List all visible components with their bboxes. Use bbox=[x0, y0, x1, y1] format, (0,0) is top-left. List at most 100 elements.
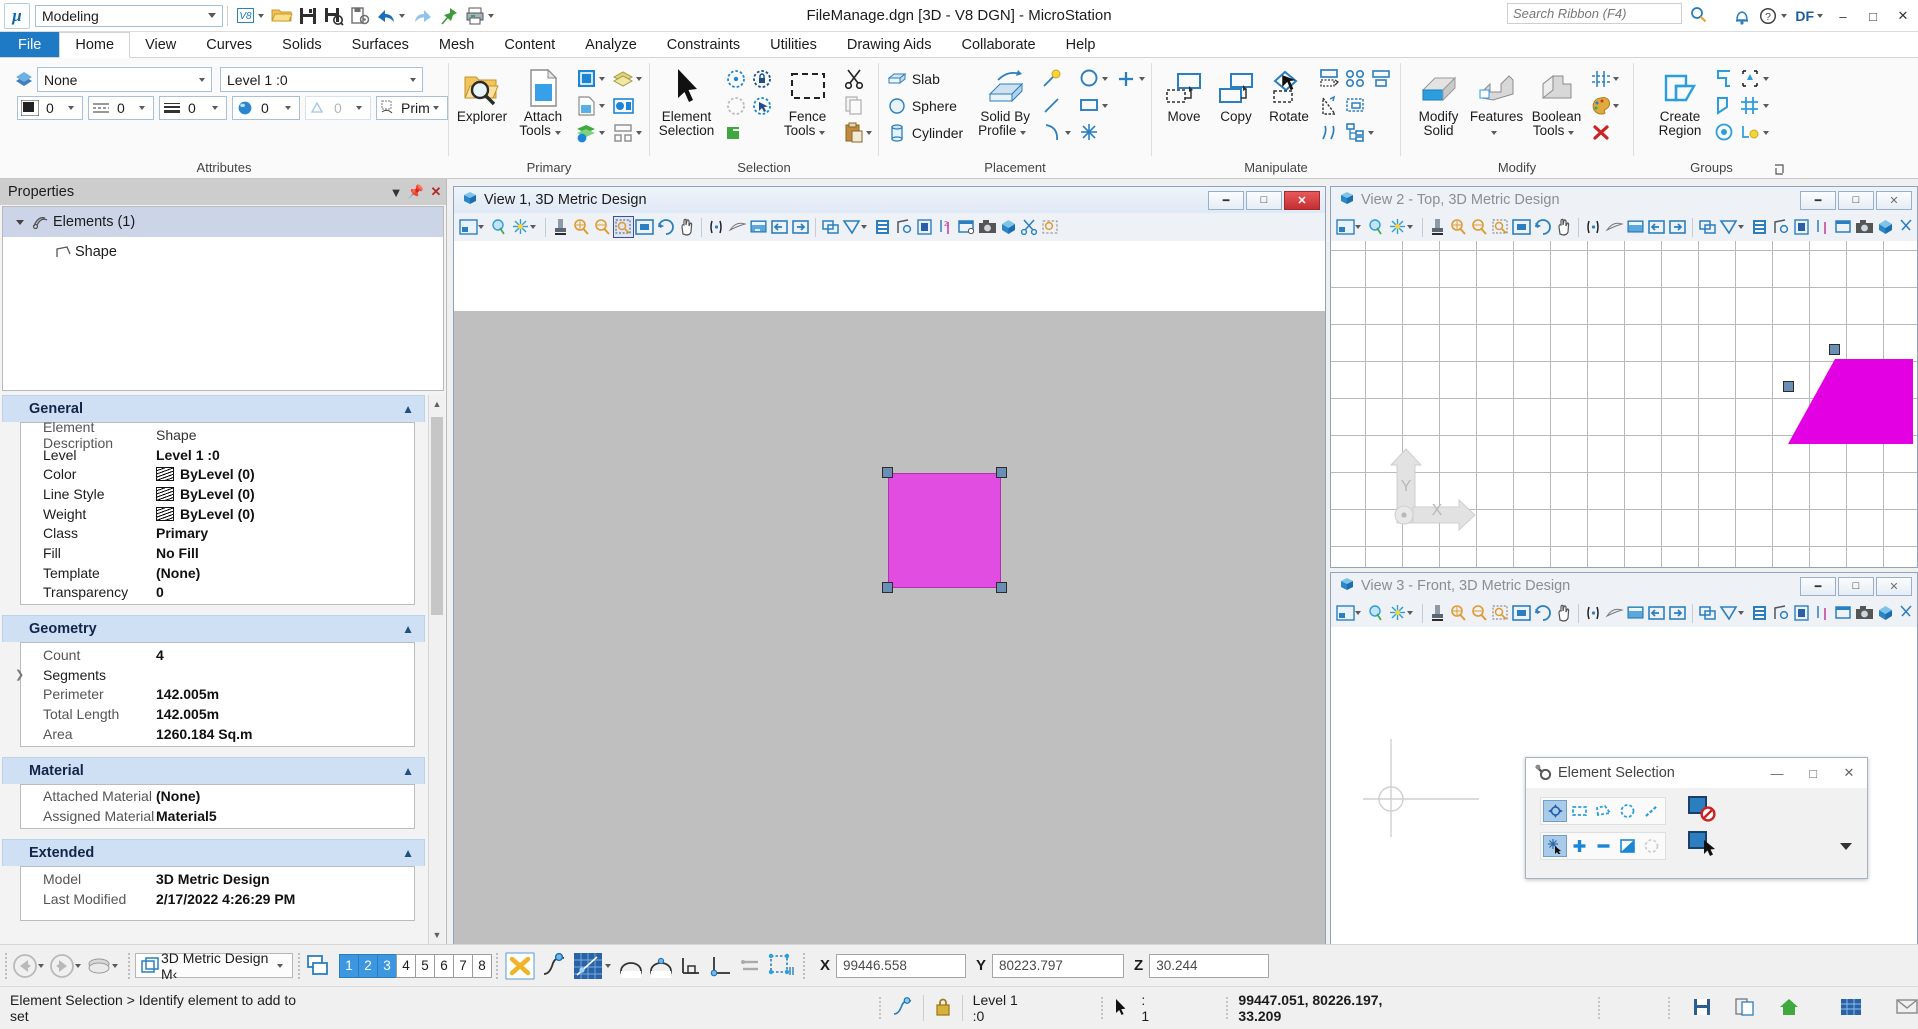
place-circle-icon[interactable] bbox=[1076, 66, 1102, 91]
es-close-button[interactable]: ✕ bbox=[1831, 759, 1867, 787]
workspace-combo[interactable]: Modeling bbox=[35, 4, 223, 27]
cut-icon[interactable] bbox=[841, 66, 867, 91]
associative-region-icon[interactable] bbox=[1711, 120, 1737, 145]
placement-more-dropdown[interactable] bbox=[1138, 68, 1150, 90]
window-area-icon[interactable] bbox=[1490, 216, 1511, 238]
view-window-1[interactable]: View 1, 3D Metric Design ━ □ ✕ 2 bbox=[453, 186, 1326, 947]
clip-element-icon[interactable] bbox=[1896, 602, 1917, 624]
hatch-dropdown[interactable] bbox=[1762, 95, 1774, 117]
modify-element-icon[interactable] bbox=[1588, 66, 1614, 91]
tab-curves[interactable]: Curves bbox=[191, 32, 267, 57]
zoom-out-icon[interactable] bbox=[592, 216, 613, 238]
view2-canvas[interactable]: Y X bbox=[1331, 241, 1917, 567]
print-icon[interactable] bbox=[463, 4, 487, 28]
coord-y-input[interactable]: 80223.797 bbox=[992, 953, 1125, 978]
chevron-up-icon[interactable]: ▲ bbox=[402, 402, 414, 416]
selection-handle[interactable] bbox=[1829, 344, 1840, 355]
change-view-perspective-icon[interactable] bbox=[1770, 602, 1791, 624]
zoom-in-icon[interactable] bbox=[571, 216, 592, 238]
property-value[interactable]: No Fill bbox=[156, 545, 414, 561]
qat-more-dropdown[interactable] bbox=[487, 5, 499, 27]
group-icon[interactable] bbox=[1342, 120, 1368, 145]
undo-icon[interactable] bbox=[374, 4, 398, 28]
search-icon[interactable] bbox=[1687, 4, 1709, 24]
render-icon[interactable] bbox=[1875, 602, 1896, 624]
sheet-icon[interactable] bbox=[1734, 997, 1756, 1020]
transparency-combo[interactable]: 0 bbox=[232, 96, 300, 120]
help-dropdown[interactable] bbox=[1780, 5, 1792, 27]
es-maximize-button[interactable]: □ bbox=[1795, 759, 1831, 787]
saved-views-icon[interactable] bbox=[956, 216, 977, 238]
mirror-icon[interactable] bbox=[1316, 66, 1342, 91]
panel-dropdown-icon[interactable]: ▼ bbox=[386, 185, 406, 200]
block-dropdown[interactable] bbox=[1101, 95, 1113, 117]
add-placement-icon[interactable] bbox=[1113, 66, 1139, 91]
section-header-extended[interactable]: Extended ▲ bbox=[2, 839, 425, 866]
rotate-view-icon[interactable] bbox=[655, 216, 676, 238]
copy-clipboard-icon[interactable] bbox=[841, 93, 867, 118]
modify-solid-button[interactable]: Modify Solid bbox=[1410, 61, 1468, 138]
help-icon[interactable]: ? bbox=[1755, 3, 1781, 29]
view-display-toggle-icon[interactable] bbox=[1791, 216, 1812, 238]
class-combo[interactable]: Prim bbox=[376, 96, 448, 120]
pattern-area-icon[interactable] bbox=[1737, 66, 1763, 91]
clip-element-icon[interactable] bbox=[1019, 216, 1040, 238]
save-settings-icon[interactable] bbox=[348, 4, 372, 28]
camera-settings-icon[interactable] bbox=[727, 216, 748, 238]
place-smartline-icon[interactable] bbox=[1039, 66, 1065, 91]
features-button[interactable]: Features bbox=[1468, 61, 1526, 138]
color-combo[interactable]: 0 bbox=[17, 96, 83, 120]
view-toggle-2[interactable]: 2 bbox=[358, 953, 378, 978]
references-dropdown[interactable] bbox=[598, 95, 610, 117]
line-style-combo[interactable]: 0 bbox=[88, 96, 154, 120]
tab-home[interactable]: Home bbox=[59, 32, 131, 58]
paste-dropdown[interactable] bbox=[866, 122, 878, 144]
view-attributes-icon[interactable] bbox=[1335, 216, 1356, 238]
property-value[interactable]: (None) bbox=[156, 565, 414, 581]
es-minimize-button[interactable]: — bbox=[1759, 759, 1795, 787]
groups-dialog-launcher-icon[interactable] bbox=[1773, 163, 1786, 176]
lighting-dropdown[interactable] bbox=[530, 216, 541, 238]
view-attributes-icon[interactable] bbox=[458, 216, 479, 238]
clip-mask-dropdown[interactable] bbox=[1738, 216, 1749, 238]
line-icon[interactable] bbox=[1639, 800, 1663, 822]
item-browser-icon[interactable] bbox=[610, 120, 636, 145]
solid-by-profile-button[interactable]: Solid By Profile bbox=[971, 61, 1039, 138]
scrollbar-thumb[interactable] bbox=[431, 417, 443, 615]
panel-close-icon[interactable]: ✕ bbox=[426, 184, 446, 200]
rotate-button[interactable]: Rotate bbox=[1262, 61, 1316, 124]
no-snap-icon[interactable] bbox=[503, 952, 537, 980]
fit-view-icon[interactable] bbox=[1511, 216, 1532, 238]
place-line-icon[interactable] bbox=[1039, 93, 1065, 118]
walk-icon[interactable] bbox=[1583, 602, 1604, 624]
tab-content[interactable]: Content bbox=[489, 32, 570, 57]
undo-dropdown[interactable] bbox=[398, 5, 410, 27]
level-manager-dropdown[interactable] bbox=[635, 68, 647, 90]
item-browser-dropdown[interactable] bbox=[635, 122, 647, 144]
property-value[interactable]: 142.005m bbox=[156, 706, 414, 722]
back-arrow-icon[interactable] bbox=[12, 952, 38, 980]
view-window-2[interactable]: View 2 - Top, 3D Metric Design ━ □ ✕ Y X bbox=[1330, 186, 1918, 568]
user-avatar[interactable]: DF bbox=[1792, 8, 1817, 24]
scroll-down-arrow-icon[interactable]: ▼ bbox=[429, 926, 444, 944]
update-view-icon[interactable] bbox=[1427, 602, 1448, 624]
home-icon[interactable] bbox=[1778, 997, 1800, 1020]
change-view-perspective-icon[interactable] bbox=[1770, 216, 1791, 238]
save-as-icon[interactable] bbox=[322, 4, 346, 28]
tab-surfaces[interactable]: Surfaces bbox=[337, 32, 424, 57]
view-previous-icon[interactable] bbox=[748, 216, 769, 238]
property-value[interactable]: 4 bbox=[156, 647, 414, 663]
paste-icon[interactable] bbox=[841, 120, 867, 145]
selection-handle[interactable] bbox=[1783, 381, 1794, 392]
tab-collaborate[interactable]: Collaborate bbox=[946, 32, 1050, 57]
expand-chevron-icon[interactable]: ❯ bbox=[15, 668, 24, 681]
copy-button[interactable]: Copy bbox=[1210, 61, 1262, 124]
view-previous-icon[interactable] bbox=[1625, 602, 1646, 624]
modify-element-dropdown[interactable] bbox=[1613, 68, 1625, 90]
panel-pin-icon[interactable]: 📌 bbox=[406, 184, 426, 200]
flood-region-icon[interactable] bbox=[1711, 93, 1737, 118]
view2-toolbar[interactable] bbox=[1331, 213, 1917, 241]
view2-title-bar[interactable]: View 2 - Top, 3D Metric Design ━ □ ✕ bbox=[1331, 187, 1917, 213]
property-value[interactable]: Level 1 :0 bbox=[156, 447, 414, 463]
walk-icon[interactable] bbox=[706, 216, 727, 238]
